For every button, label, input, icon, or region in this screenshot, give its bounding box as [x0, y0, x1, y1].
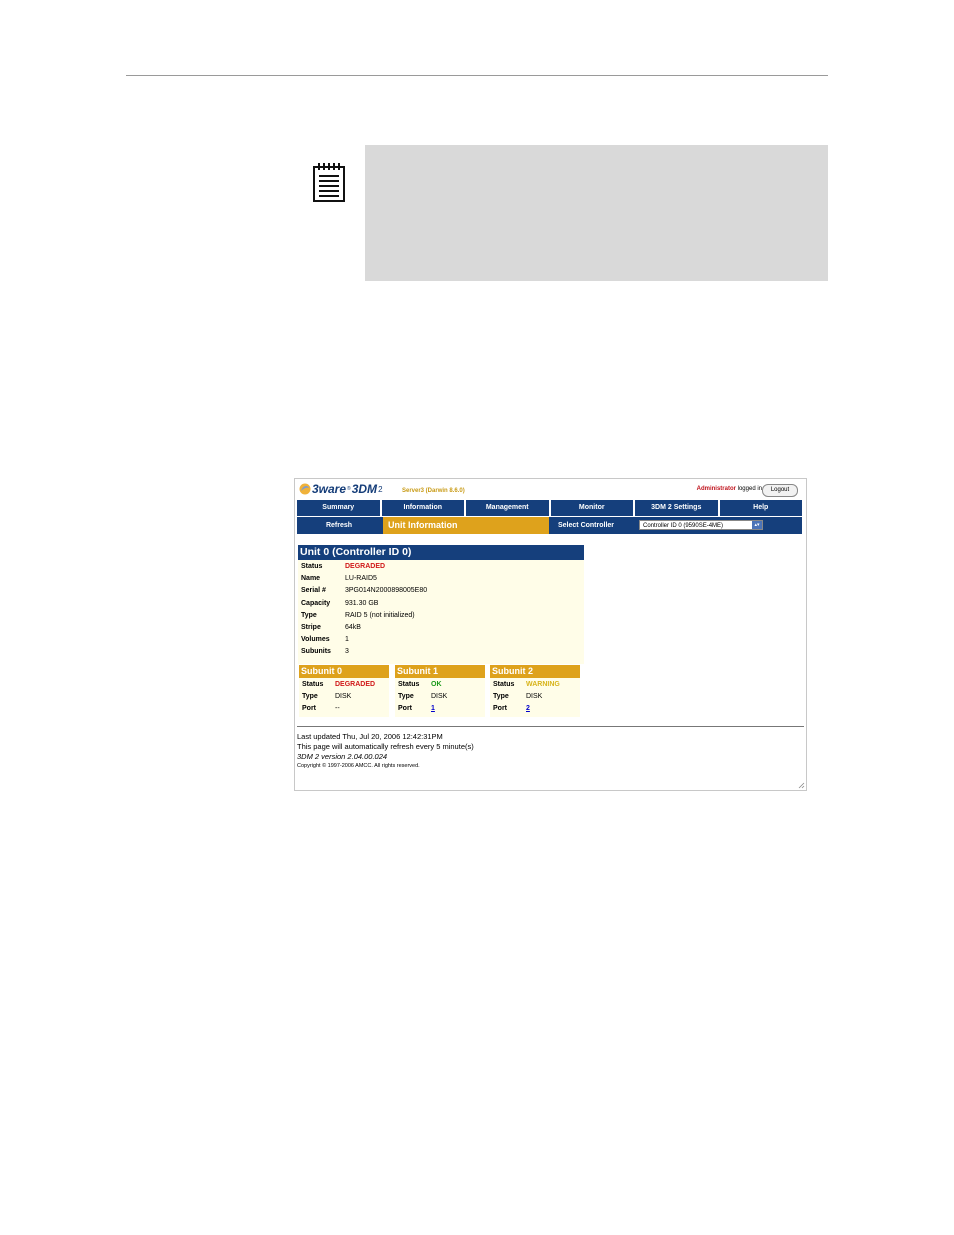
- port-1-link[interactable]: 1: [431, 705, 435, 712]
- refresh-note: This page will automatically refresh eve…: [297, 742, 474, 751]
- login-status: Administrator logged in: [697, 486, 762, 492]
- logout-button[interactable]: Logout: [762, 484, 798, 497]
- notepad-icon: [313, 163, 345, 202]
- subunit-port: Port 1: [398, 705, 435, 712]
- last-updated: Last updated Thu, Jul 20, 2006 12:42:31P…: [297, 732, 443, 741]
- tab-monitor[interactable]: Monitor: [550, 500, 635, 516]
- unit-prop-serial: Serial #3PG014N2000898005E80: [301, 587, 428, 594]
- subunit-status: Status WARNING: [493, 681, 560, 688]
- subunit-port: Port 2: [493, 705, 530, 712]
- select-arrows-icon: ▴▾: [752, 521, 762, 529]
- unit-prop-type: Type RAID 5 (not initialized): [301, 612, 415, 619]
- unit-prop-subunits: Subunits 3: [301, 648, 349, 655]
- subunit-status: Status DEGRADED: [302, 681, 376, 688]
- unit-prop-stripe: Stripe 64kB: [301, 624, 361, 631]
- refresh-button[interactable]: Refresh: [297, 517, 381, 534]
- subunit-title: Subunit 0: [299, 665, 389, 678]
- subunit-type: Type DISK: [398, 693, 448, 700]
- user-name: Administrator: [696, 486, 736, 492]
- tab-summary[interactable]: Summary: [297, 500, 382, 516]
- subunit-0-panel: Subunit 0 Status DEGRADED Type DISK Port --: [299, 665, 389, 717]
- subunit-title: Subunit 2: [490, 665, 580, 678]
- server-name: Server3 (Darwin 8.6.0): [402, 488, 465, 494]
- version-text: 3DM 2 version 2.04.00.024: [297, 752, 388, 761]
- port-2-link[interactable]: 2: [526, 705, 530, 712]
- resize-grip-icon[interactable]: [798, 782, 805, 789]
- logged-in-text: logged in: [737, 486, 762, 492]
- unit-prop-capacity: Capacity 931.30 GB: [301, 600, 379, 607]
- subunit-type: Type DISK: [302, 693, 352, 700]
- controller-select-value: Controller ID 0 (9590SE-4ME): [643, 523, 724, 529]
- copyright-text: Copyright © 1997-2006 AMCC. All rights r…: [297, 763, 420, 769]
- tab-information[interactable]: Information: [381, 500, 466, 516]
- current-page-label: Unit Information: [383, 517, 549, 534]
- tab-help[interactable]: Help: [719, 500, 802, 516]
- unit-prop-volumes: Volumes 1: [301, 636, 349, 643]
- tab-3dm-settings[interactable]: 3DM 2 Settings: [635, 500, 720, 516]
- subunit-type: Type DISK: [493, 693, 543, 700]
- note-box: [365, 145, 828, 281]
- tab-management[interactable]: Management: [466, 500, 551, 516]
- main-nav: Summary Information Management Monitor 3…: [297, 500, 802, 516]
- subunit-title: Subunit 1: [395, 665, 485, 678]
- 3dm-logo: 3ware ® 3DM 2: [299, 482, 383, 496]
- unit-prop-status: Status DEGRADED: [301, 563, 386, 570]
- select-controller-label: Select Controller: [558, 522, 615, 529]
- subunit-port: Port --: [302, 705, 340, 712]
- subunit-1-panel: Subunit 1 Status OK Type DISK Port 1: [395, 665, 485, 717]
- page-header-rule: [126, 75, 828, 76]
- sub-nav: Refresh Unit Information Select Controll…: [297, 517, 802, 534]
- unit-title: Unit 0 (Controller ID 0): [298, 545, 584, 560]
- footer-divider: [297, 726, 804, 727]
- subunit-2-panel: Subunit 2 Status WARNING Type DISK Port 2: [490, 665, 580, 717]
- unit-information-screenshot: 3ware ® 3DM 2 Server3 (Darwin 8.6.0) Adm…: [294, 478, 807, 791]
- controller-select[interactable]: Controller ID 0 (9590SE-4ME) ▴▾: [639, 520, 763, 530]
- app-header: 3ware ® 3DM 2 Server3 (Darwin 8.6.0) Adm…: [295, 479, 806, 499]
- unit-properties: Status DEGRADED Name LU-RAID5 Serial #3PG0…: [298, 560, 584, 664]
- unit-prop-name: Name LU-RAID5: [301, 575, 377, 582]
- subunit-status: Status OK: [398, 681, 442, 688]
- 3ware-swirl-icon: [299, 483, 311, 495]
